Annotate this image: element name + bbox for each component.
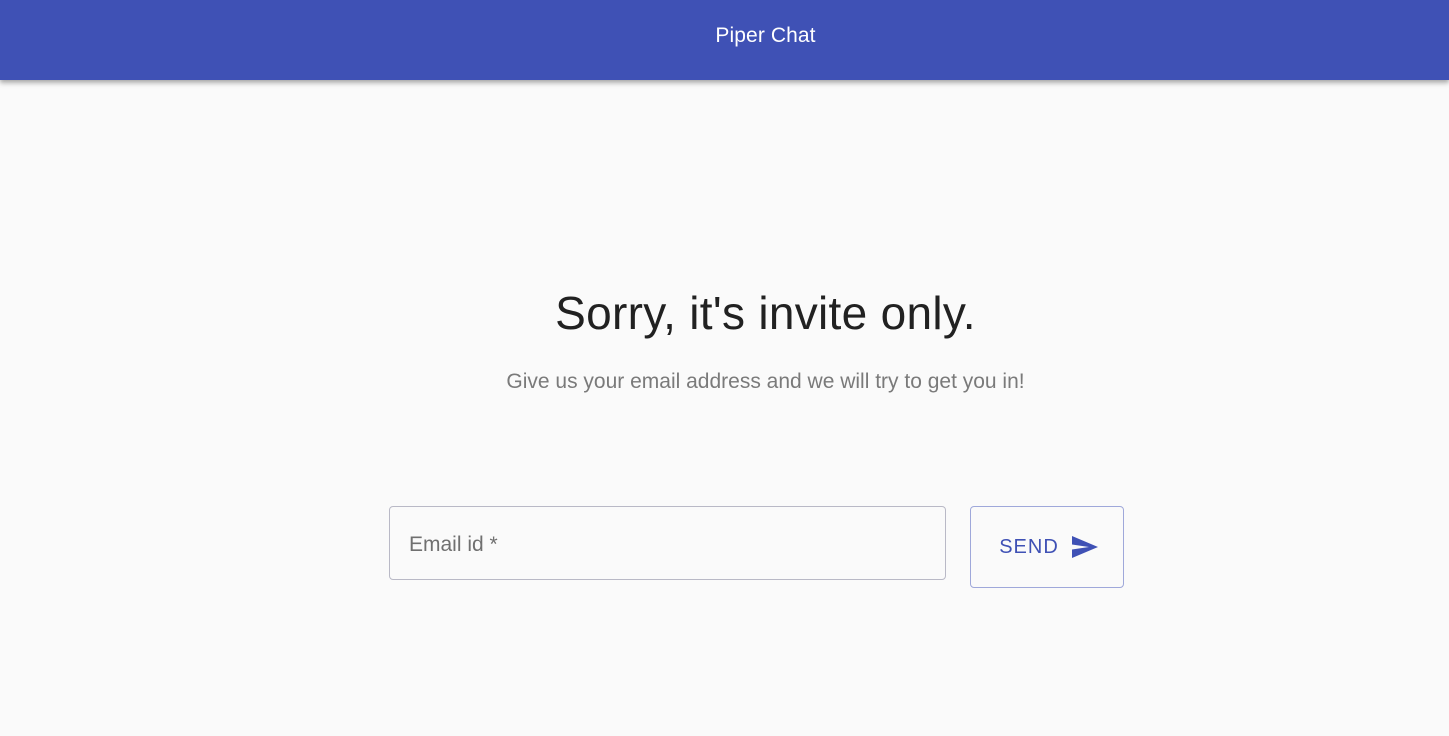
app-bar: Piper Chat [0,0,1449,80]
email-field[interactable]: Email id * [389,506,946,580]
send-button-label: SEND [999,535,1059,558]
page-headline: Sorry, it's invite only. [555,287,976,339]
send-button[interactable]: SEND [970,506,1124,588]
app-title: Piper Chat [715,24,816,47]
email-input[interactable] [390,507,945,579]
page-subtitle: Give us your email address and we will t… [506,370,1025,393]
send-icon [1071,535,1099,559]
